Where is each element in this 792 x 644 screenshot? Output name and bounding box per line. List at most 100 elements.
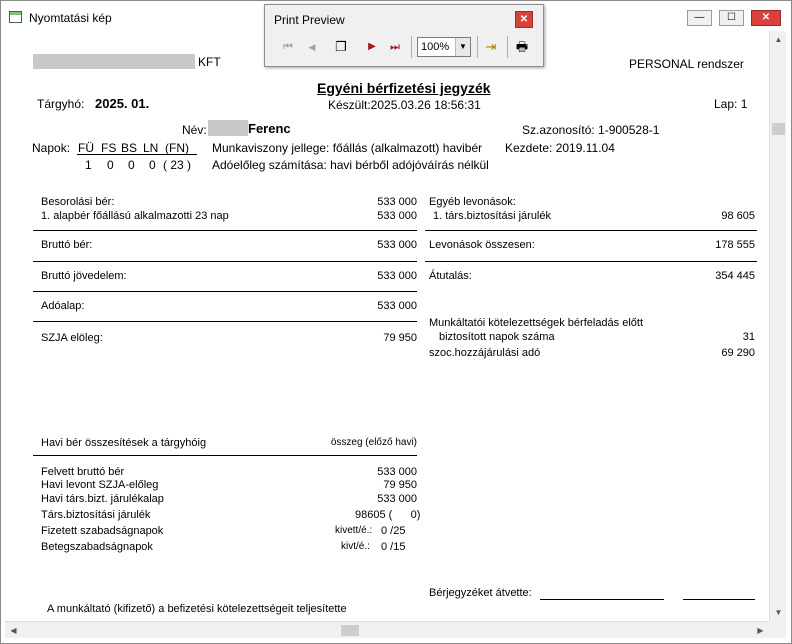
close-button[interactable]: ✕ xyxy=(751,10,781,26)
insured-days-label: biztosított napok száma xyxy=(439,331,555,343)
szja-value: 79 950 xyxy=(383,332,417,344)
print-preview-window: Nyomtatási kép — ☐ ✕ KFT PERSONAL rendsz… xyxy=(0,0,792,644)
days-header-fs: FS xyxy=(101,141,117,155)
days-value-bs: 0 xyxy=(128,158,135,172)
other-deductions-label: Egyéb levonások: xyxy=(429,196,516,208)
tax-base-label: Adóalap: xyxy=(41,300,85,312)
toolbar-close-button[interactable]: ✕ xyxy=(515,11,533,28)
employer-statement: A munkáltató (kifizető) a befizetési köt… xyxy=(47,603,347,615)
summary-row-label: Fizetett szabadságnapok xyxy=(41,525,164,537)
employment-start: Kezdete: 2019.11.04 xyxy=(505,141,615,155)
ssc-value: 98 605 xyxy=(721,210,755,222)
period-label: Tárgyhó: xyxy=(37,97,85,111)
days-value-fs: 0 xyxy=(107,158,114,172)
vertical-scrollbar[interactable]: ▲ ▼ xyxy=(769,31,786,621)
document-title: Egyéni bérfizetési jegyzék xyxy=(317,80,491,96)
transfer-label: Átutalás: xyxy=(429,270,472,282)
toolbar-separator xyxy=(411,36,412,58)
szocho-value: 69 290 xyxy=(721,347,755,359)
szocho-label: szoc.hozzájárulási adó xyxy=(429,347,541,359)
signature-line xyxy=(540,599,664,600)
zoom-value: 100% xyxy=(421,41,450,53)
multi-page-button[interactable]: ❐ xyxy=(331,38,351,56)
toolbar-separator xyxy=(507,36,508,58)
base-item-value: 533 000 xyxy=(377,210,417,222)
summary-row-sub: kivt/é.: xyxy=(341,541,370,552)
summary-row-value: 533 000 xyxy=(377,466,417,478)
scroll-down-icon[interactable]: ▼ xyxy=(770,604,787,621)
period-value: 2025. 01. xyxy=(95,96,150,111)
base-salary-value: 533 000 xyxy=(377,196,417,208)
scroll-up-icon[interactable]: ▲ xyxy=(770,31,787,48)
minimize-button[interactable]: — xyxy=(687,10,712,26)
summary-amount-header: összeg (előző havi) xyxy=(330,437,417,448)
horizontal-scrollbar[interactable]: ◀ ▶ xyxy=(5,621,769,638)
employment-type: Munkaviszony jellege: főállás (alkalmazo… xyxy=(212,141,483,155)
base-item-label: 1. alapbér főállású alkalmazotti 23 nap xyxy=(41,210,229,222)
summary-row-label: Havi levont SZJA-előleg xyxy=(41,479,159,491)
divider xyxy=(33,230,417,231)
summary-row-value: 98605 ( 0) xyxy=(355,509,421,521)
toolbar-separator xyxy=(477,36,478,58)
total-deductions-label: Levonások összesen: xyxy=(429,239,535,251)
next-page-button[interactable]: ▶ xyxy=(363,38,381,56)
days-value-ln: 0 xyxy=(149,158,156,172)
last-page-button[interactable]: ⏭ xyxy=(385,38,405,56)
horizontal-scroll-thumb[interactable] xyxy=(341,625,359,636)
toolbar-title: Print Preview xyxy=(274,13,345,27)
divider xyxy=(425,261,757,262)
days-value-fn: ( 23 ) xyxy=(163,158,192,172)
page-number: Lap: 1 xyxy=(714,97,748,111)
redacted-company-name xyxy=(33,54,195,69)
transfer-value: 354 445 xyxy=(715,270,755,282)
days-header-fn: (FN) xyxy=(165,141,189,155)
divider xyxy=(33,291,417,292)
divider xyxy=(33,321,417,322)
name-label: Név: xyxy=(182,123,207,137)
scroll-right-icon[interactable]: ▶ xyxy=(752,622,769,639)
days-header-bs: BS xyxy=(121,141,138,155)
received-by-label: Bérjegyzéket átvette: xyxy=(429,587,532,599)
summary-row-value: 533 000 xyxy=(377,493,417,505)
first-page-button[interactable]: ⏮ xyxy=(279,38,297,56)
summary-row-label: Havi társ.bizt. járulékalap xyxy=(41,493,164,505)
employer-obligations-title: Munkáltatói kötelezettségek bérfeladás e… xyxy=(429,317,644,329)
tax-base-value: 533 000 xyxy=(377,300,417,312)
redacted-surname xyxy=(208,120,248,136)
base-salary-label: Besorolási bér: xyxy=(41,196,115,208)
days-header-ln: LN xyxy=(143,141,159,155)
summary-divider xyxy=(33,455,417,456)
ssc-label: 1. társ.biztosítási járulék xyxy=(433,210,551,222)
days-value-fu: 1 xyxy=(85,158,92,172)
resize-grip[interactable] xyxy=(769,621,786,638)
summary-row-label: Betegszabadságnapok xyxy=(41,541,153,553)
summary-row-value: 0 /25 xyxy=(381,525,406,537)
date-line xyxy=(683,599,755,600)
maximize-button[interactable]: ☐ xyxy=(719,10,744,26)
window-title: Nyomtatási kép xyxy=(29,11,112,25)
print-icon[interactable]: 🖶 xyxy=(511,38,533,56)
gross-income-label: Bruttó jövedelem: xyxy=(41,270,127,282)
days-label: Napok: xyxy=(32,141,71,155)
days-header-underline xyxy=(77,154,197,155)
szja-label: SZJA elöleg: xyxy=(41,332,103,344)
scroll-left-icon[interactable]: ◀ xyxy=(5,622,22,639)
gross-salary-value: 533 000 xyxy=(377,239,417,251)
print-preview-toolbar[interactable]: Print Preview ✕ ⏮ ◀ ❐ ▶ ⏭ 100% ▼ ⇥ 🖶 xyxy=(264,4,544,67)
chevron-down-icon[interactable]: ▼ xyxy=(455,38,470,56)
document-page: KFT PERSONAL rendszer Egyéni bérfizetési… xyxy=(5,31,769,621)
insured-days-value: 31 xyxy=(742,331,755,343)
summary-row-sub: kivett/é.: xyxy=(335,525,373,536)
vertical-scroll-thumb[interactable] xyxy=(772,123,785,135)
created-timestamp: Készült:2025.03.26 18:56:31 xyxy=(328,98,481,112)
zoom-select[interactable]: 100% ▼ xyxy=(417,37,471,57)
employee-id: Sz.azonosító: 1-900528-1 xyxy=(522,123,660,137)
summary-row-label: Felvett bruttó bér xyxy=(41,466,125,478)
previous-page-button[interactable]: ◀ xyxy=(303,38,321,56)
app-icon xyxy=(9,11,22,23)
total-deductions-value: 178 555 xyxy=(715,239,755,251)
divider xyxy=(33,261,417,262)
exit-icon[interactable]: ⇥ xyxy=(481,38,501,56)
summary-row-label: Társ.biztosítási járulék xyxy=(41,509,151,521)
employee-name: Ferenc xyxy=(248,121,291,136)
